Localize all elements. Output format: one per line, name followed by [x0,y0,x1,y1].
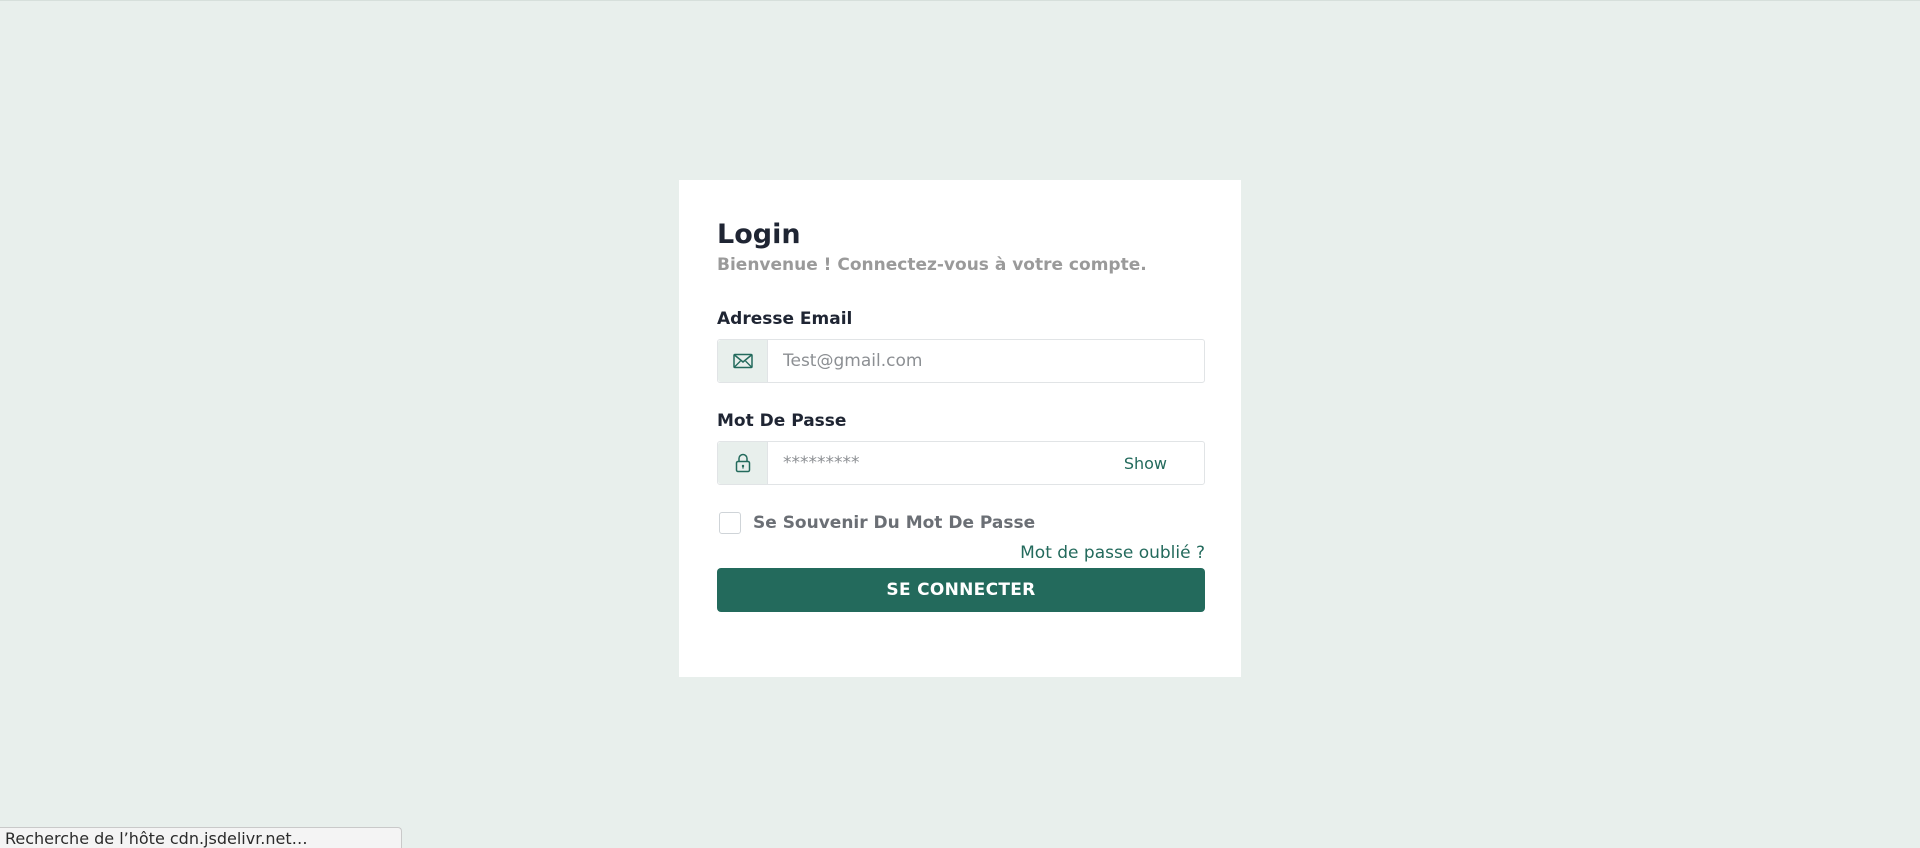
email-label: Adresse Email [717,309,853,329]
page-subtitle: Bienvenue ! Connectez-vous à votre compt… [717,255,1147,275]
page: Login Bienvenue ! Connectez-vous à votre… [0,0,1920,848]
password-input[interactable] [768,442,1124,484]
email-field-group [717,339,1205,383]
envelope-icon [718,340,768,382]
login-card: Login Bienvenue ! Connectez-vous à votre… [679,180,1241,677]
browser-status-bar: Recherche de l’hôte cdn.jsdelivr.net… [0,827,402,848]
password-label: Mot De Passe [717,411,847,431]
lock-icon [718,442,768,484]
remember-row: Se Souvenir Du Mot De Passe [717,511,1203,535]
forgot-password-link[interactable]: Mot de passe oublié ? [1020,543,1205,563]
remember-checkbox[interactable] [719,512,741,534]
email-input[interactable] [768,340,1204,382]
password-field-group: Show [717,441,1205,485]
forgot-row: Mot de passe oublié ? [717,543,1205,565]
remember-label[interactable]: Se Souvenir Du Mot De Passe [753,513,1035,533]
top-divider [0,0,1920,1]
page-title: Login [717,219,801,250]
show-password-button[interactable]: Show [1124,442,1204,484]
login-submit-button[interactable]: SE CONNECTER [717,568,1205,612]
